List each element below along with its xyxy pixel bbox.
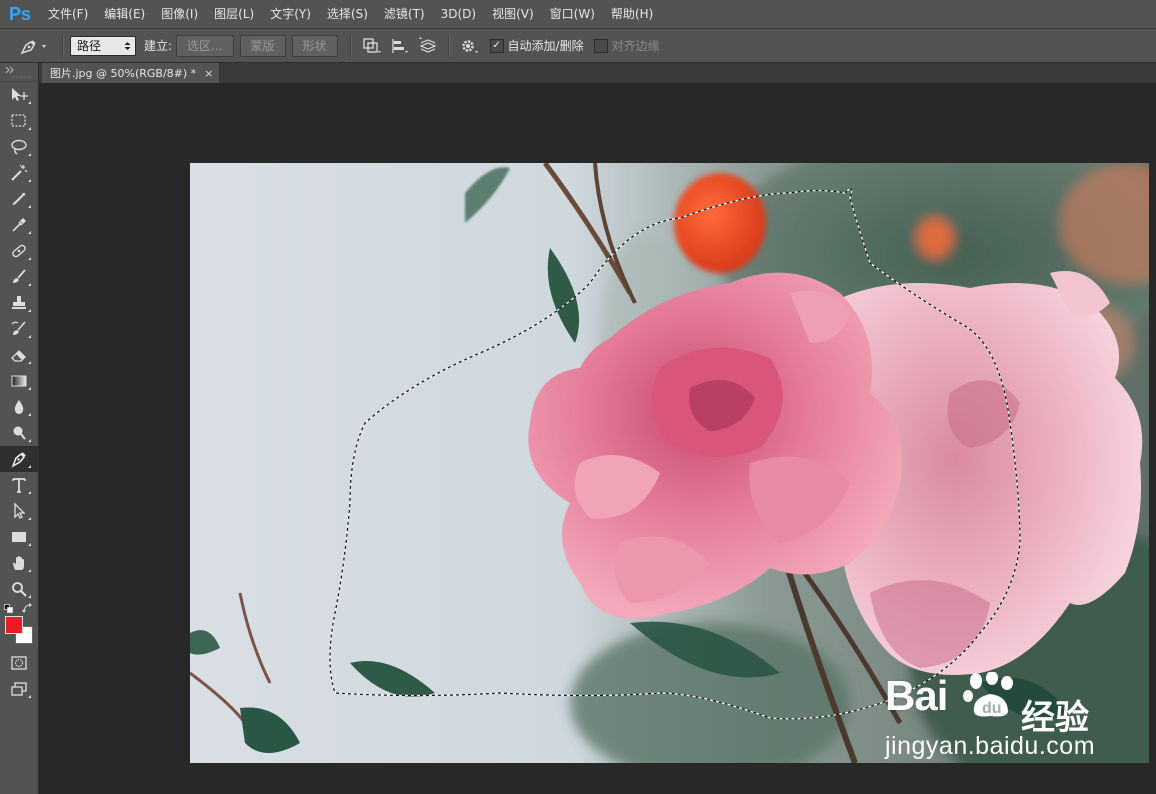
bandage-icon [12, 244, 26, 258]
rect-marquee-icon [11, 114, 26, 127]
align-edges-label: 对齐边缘 [611, 39, 660, 53]
path-alignment-icon [391, 38, 408, 53]
align-edges-checkbox[interactable] [593, 38, 608, 53]
gear-icon [461, 39, 478, 53]
gradient-tool[interactable] [0, 368, 38, 394]
photoshop-logo: Ps [8, 3, 32, 24]
clone-stamp-tool[interactable] [0, 290, 38, 316]
pen-icon [20, 39, 46, 54]
dodge-tool[interactable] [0, 420, 38, 446]
document-tab[interactable]: 图片.jpg @ 50%(RGB/8#) * × [42, 63, 220, 83]
eyedropper-tool[interactable] [0, 212, 38, 238]
watermark-url: jingyan.baidu.com [885, 732, 1096, 760]
watermark-brand: Bai [885, 672, 948, 719]
eraser-icon [11, 350, 26, 362]
make-selection-button[interactable]: 选区... [176, 34, 234, 57]
document-tab-title: 图片.jpg @ 50%(RGB/8#) * [50, 67, 197, 80]
menu-bar: Ps 文件(F) 编辑(E) 图像(I) 图层(L) 文字(Y) 选择(S) 滤… [0, 0, 1156, 29]
eyedropper-icon [12, 218, 26, 232]
zoom-icon [12, 582, 27, 597]
gradient-icon [11, 375, 27, 387]
pen-mode-value: 路径 [77, 39, 102, 53]
shape-tool[interactable] [0, 524, 38, 550]
dodge-icon [13, 426, 26, 440]
pen-icon [11, 452, 26, 468]
options-separator [349, 34, 352, 57]
path-selection-tool[interactable] [0, 498, 38, 524]
screen-mode-button[interactable] [0, 676, 38, 702]
auto-add-delete-label: 自动添加/删除 [507, 39, 584, 53]
build-label: 建立: [144, 39, 173, 53]
foreground-color-swatch[interactable] [5, 616, 23, 634]
menu-type[interactable]: 文字(Y) [262, 0, 319, 28]
pen-settings-button[interactable] [456, 33, 484, 59]
options-separator [62, 34, 64, 57]
history-brush-icon [11, 321, 26, 335]
menu-image[interactable]: 图像(I) [153, 0, 206, 28]
hand-tool[interactable] [0, 550, 38, 576]
path-operations-icon [362, 37, 381, 53]
rectangle-shape-icon [12, 532, 26, 542]
panel-grip[interactable] [0, 63, 38, 82]
updown-arrows-icon [124, 41, 131, 50]
menu-layer[interactable]: 图层(L) [206, 0, 262, 28]
tool-preset-picker[interactable] [10, 33, 56, 59]
menu-filter[interactable]: 滤镜(T) [376, 0, 433, 28]
path-alignment-button[interactable] [386, 33, 414, 59]
document-tab-bar: 图片.jpg @ 50%(RGB/8#) * × [39, 63, 1156, 83]
magic-wand-tool[interactable] [0, 160, 38, 186]
healing-brush-tool[interactable] [0, 238, 38, 264]
marquee-tool[interactable] [0, 108, 38, 134]
path-arrangement-button[interactable] [414, 33, 442, 59]
path-arrangement-icon [418, 36, 437, 53]
path-operations-button[interactable] [358, 33, 386, 59]
lasso-tool[interactable] [0, 134, 38, 160]
screen-mode-icon [11, 682, 27, 696]
options-bar: 路径 建立: 选区... 蒙版 形状 ✓ 自动添加/删除 对齐边缘 [0, 29, 1156, 63]
menu-select[interactable]: 选择(S) [319, 0, 376, 28]
blur-tool[interactable] [0, 394, 38, 420]
path-selection-arrow-icon [14, 502, 26, 519]
brush-tool[interactable] [0, 264, 38, 290]
svg-text:du: du [982, 700, 1002, 717]
eraser-tool[interactable] [0, 342, 38, 368]
make-mask-button[interactable]: 蒙版 [239, 34, 286, 57]
make-shape-button[interactable]: 形状 [291, 34, 338, 57]
crop-icon [12, 193, 25, 206]
menu-edit[interactable]: 编辑(E) [96, 0, 153, 28]
crop-tool[interactable] [0, 186, 38, 212]
type-tool[interactable] [0, 472, 38, 498]
history-brush-tool[interactable] [0, 316, 38, 342]
hand-icon [13, 556, 24, 570]
swap-colors-icon[interactable] [22, 603, 33, 614]
close-icon[interactable]: × [204, 67, 213, 80]
menu-help[interactable]: 帮助(H) [603, 0, 661, 28]
quick-mask-button[interactable] [0, 650, 38, 676]
color-swatches [0, 602, 38, 650]
menu-file[interactable]: 文件(F) [40, 0, 96, 28]
paw-logo-icon: du [963, 672, 1013, 717]
zoom-tool[interactable] [0, 576, 38, 602]
lasso-icon [11, 139, 27, 155]
type-icon [12, 478, 26, 493]
options-separator [447, 34, 450, 57]
menu-window[interactable]: 窗口(W) [542, 0, 603, 28]
default-colors-icon[interactable] [4, 604, 14, 614]
tools-panel [0, 63, 39, 794]
blur-drop-icon [14, 400, 24, 414]
double-chevron-icon [5, 66, 32, 78]
stamp-icon [12, 296, 26, 309]
menu-3d[interactable]: 3D(D) [433, 0, 484, 28]
quick-mask-icon [11, 656, 27, 670]
auto-add-delete-checkbox[interactable]: ✓ [489, 38, 504, 53]
move-icon [12, 88, 28, 101]
move-tool[interactable] [0, 82, 38, 108]
brush-icon [13, 269, 26, 283]
magic-wand-icon [11, 164, 28, 181]
menu-view[interactable]: 视图(V) [484, 0, 542, 28]
pen-mode-select[interactable]: 路径 [70, 35, 136, 56]
baidu-jingyan-watermark: Bai du 经验 jingyan.baidu.com [885, 668, 1105, 768]
pen-tool[interactable] [0, 446, 38, 472]
